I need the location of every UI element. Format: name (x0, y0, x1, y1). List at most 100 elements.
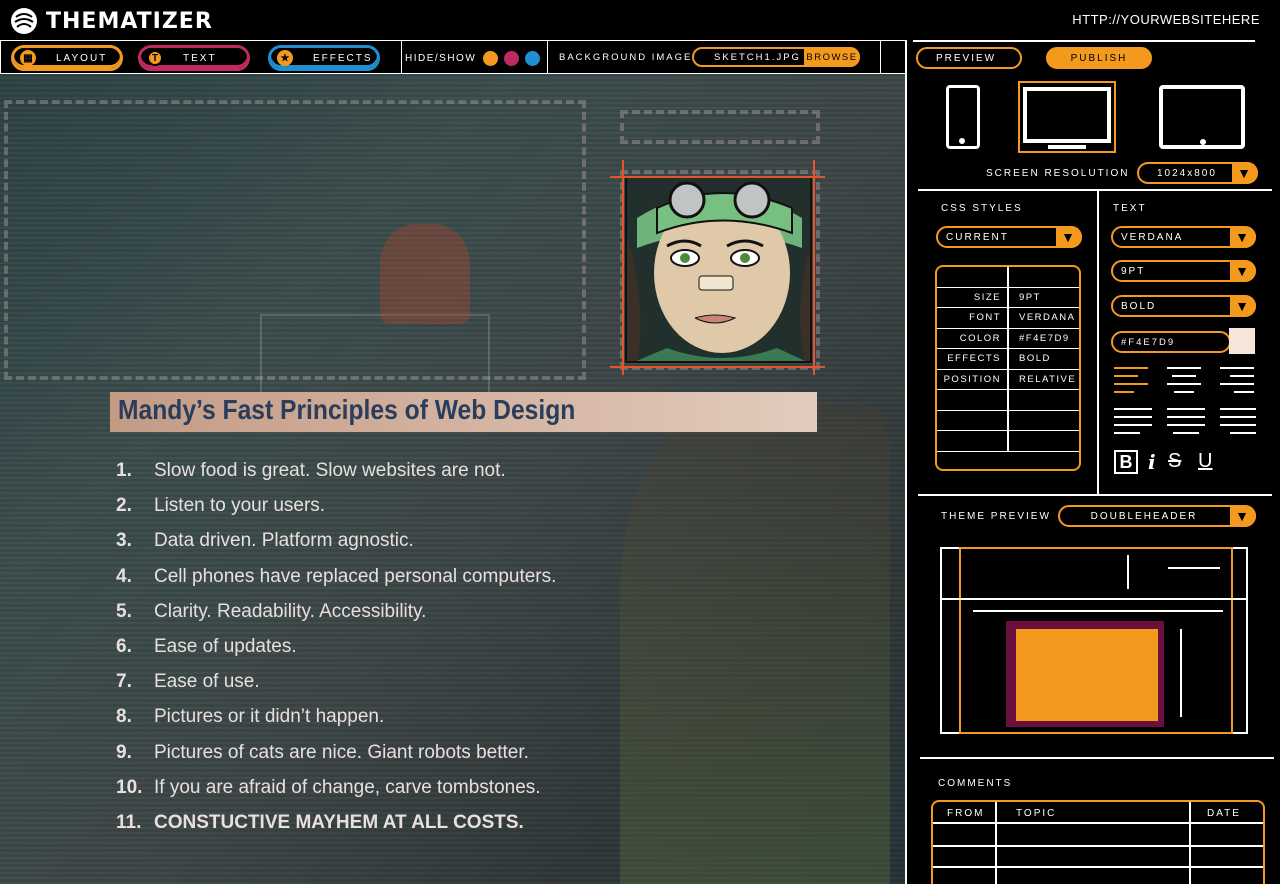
css-styles-select[interactable]: CURRENT ▼ (936, 226, 1082, 248)
css-style-row[interactable] (937, 410, 1079, 431)
star-icon: ★ (277, 50, 293, 66)
principle-text: Pictures of cats are nice. Giant robots … (154, 741, 529, 763)
mobile-device-icon[interactable] (946, 85, 980, 149)
panel-divider (918, 189, 1272, 191)
text-color-field[interactable]: #F4E7D9 (1111, 331, 1231, 353)
toolbar: ▦ LAYOUT T TEXT ★ EFFECTS HIDE/SHOW BACK… (0, 40, 905, 74)
align-center-icon[interactable] (1167, 367, 1201, 395)
principle-item: 2. Listen to your users. (116, 495, 736, 530)
background-file-value: SKETCH1.JPG (714, 52, 801, 63)
justify-right-icon[interactable] (1220, 408, 1256, 436)
theme-select[interactable]: DOUBLEHEADER ▼ (1058, 505, 1256, 527)
tab-layout[interactable]: ▦ LAYOUT (11, 45, 123, 71)
comments-row-line (933, 866, 1263, 868)
color-swatch[interactable] (1229, 328, 1255, 354)
strikethrough-button[interactable]: S (1168, 450, 1181, 473)
tab-effects[interactable]: ★ EFFECTS (268, 45, 380, 71)
bold-button[interactable]: B (1114, 450, 1138, 474)
css-styles-value: CURRENT (946, 231, 1009, 243)
principle-number: 5. (116, 600, 132, 622)
text-weight-select[interactable]: BOLD ▼ (1111, 295, 1256, 317)
theme-sidebar-line (1180, 629, 1182, 717)
css-style-key (937, 410, 1009, 430)
theme-preview-thumbnail[interactable] (940, 547, 1248, 734)
tab-effects-label: EFFECTS (313, 52, 373, 64)
hide-text-icon[interactable] (503, 51, 519, 66)
css-style-key: EFFECTS (937, 349, 1009, 369)
text-font-select[interactable]: VERDANA ▼ (1111, 226, 1256, 248)
justify-left-icon[interactable] (1114, 408, 1152, 436)
css-style-value: BOLD (1019, 353, 1051, 364)
toolbar-divider (401, 41, 402, 73)
principle-text: Pictures or it didn’t happen. (154, 706, 385, 728)
desktop-device-icon[interactable] (1018, 81, 1116, 153)
theme-subheader-line (973, 610, 1223, 612)
hide-show-label: HIDE/SHOW (405, 53, 477, 65)
underline-button[interactable]: U (1198, 450, 1212, 473)
preview-button[interactable]: PREVIEW (916, 47, 1022, 69)
comments-col-divider (995, 802, 997, 884)
portrait-image[interactable] (625, 176, 812, 363)
text-color-value: #F4E7D9 (1121, 336, 1176, 348)
principle-number: 8. (116, 706, 132, 728)
brand-name: THEMATIZER (46, 8, 213, 34)
css-style-row[interactable] (937, 431, 1079, 452)
principle-item: 1. Slow food is great. Slow websites are … (116, 460, 736, 495)
principle-text: Ease of use. (154, 671, 260, 693)
crop-guide (813, 160, 815, 375)
comments-table: FROM TOPIC DATE (931, 800, 1265, 884)
italic-button[interactable]: i (1148, 450, 1156, 474)
crop-guide (610, 366, 825, 368)
justify-center-icon[interactable] (1167, 408, 1205, 436)
css-style-row[interactable]: POSITION RELATIVE (937, 369, 1079, 390)
panel-divider (1097, 189, 1099, 495)
text-size-select[interactable]: 9PT ▼ (1111, 260, 1256, 282)
tab-text-label: TEXT (183, 52, 217, 64)
css-style-row[interactable]: FONT VERDANA (937, 308, 1079, 329)
css-style-row[interactable]: COLOR #F4E7D9 (937, 328, 1079, 349)
principle-text: Cell phones have replaced personal compu… (154, 565, 557, 587)
css-style-value (1009, 267, 1079, 287)
css-style-key (937, 390, 1009, 410)
css-style-value: #F4E7D9 (1019, 332, 1070, 344)
align-right-icon[interactable] (1220, 367, 1254, 395)
principle-number: 9. (116, 741, 132, 763)
chevron-down-icon: ▼ (1230, 226, 1256, 248)
hide-layout-icon[interactable] (482, 51, 498, 66)
principle-item: 8. Pictures or it didn’t happen. (116, 706, 736, 741)
tablet-device-icon[interactable] (1159, 85, 1245, 149)
principle-number: 10. (116, 776, 143, 798)
theme-nav-line (1168, 567, 1220, 569)
hide-show-group: HIDE/SHOW (405, 51, 541, 66)
principle-number: 11. (116, 811, 142, 833)
css-style-row[interactable]: SIZE 9PT (937, 287, 1079, 308)
screen-resolution-select[interactable]: 1024x800 ▼ (1137, 162, 1258, 184)
sketch-logo-area (260, 314, 490, 404)
chevron-down-icon: ▼ (1230, 260, 1256, 282)
publish-button[interactable]: PUBLISH (1046, 47, 1152, 69)
text-size-value: 9PT (1121, 265, 1146, 277)
css-style-row[interactable] (937, 390, 1079, 411)
chevron-down-icon: ▼ (1230, 505, 1256, 527)
theme-value: DOUBLEHEADER (1090, 510, 1198, 522)
css-style-value (1009, 431, 1079, 451)
chevron-down-icon: ▼ (1056, 226, 1082, 248)
screen-resolution-label: SCREEN RESOLUTION (986, 168, 1130, 179)
background-file-field[interactable]: SKETCH1.JPG BROWSE (692, 47, 860, 67)
css-style-row[interactable] (937, 267, 1079, 288)
comments-label: COMMENTS (938, 778, 1013, 789)
website-url[interactable]: HTTP://YOURWEBSITEHERE (1072, 12, 1260, 27)
css-style-key (937, 431, 1009, 451)
background-image-label: BACKGROUND IMAGE (559, 52, 693, 63)
principle-text: Data driven. Platform agnostic. (154, 530, 414, 552)
css-styles-label: CSS STYLES (941, 203, 1023, 214)
tab-text[interactable]: T TEXT (138, 45, 250, 71)
css-style-row[interactable]: EFFECTS BOLD (937, 349, 1079, 370)
align-left-icon[interactable] (1114, 367, 1148, 395)
browse-button[interactable]: BROWSE (804, 47, 860, 67)
toolbar-divider (880, 41, 881, 73)
css-style-value (1009, 411, 1079, 431)
hide-effects-icon[interactable] (525, 51, 541, 66)
principle-text: Listen to your users. (154, 495, 326, 517)
page-heading[interactable]: Mandy’s Fast Principles of Web Design (118, 394, 575, 426)
